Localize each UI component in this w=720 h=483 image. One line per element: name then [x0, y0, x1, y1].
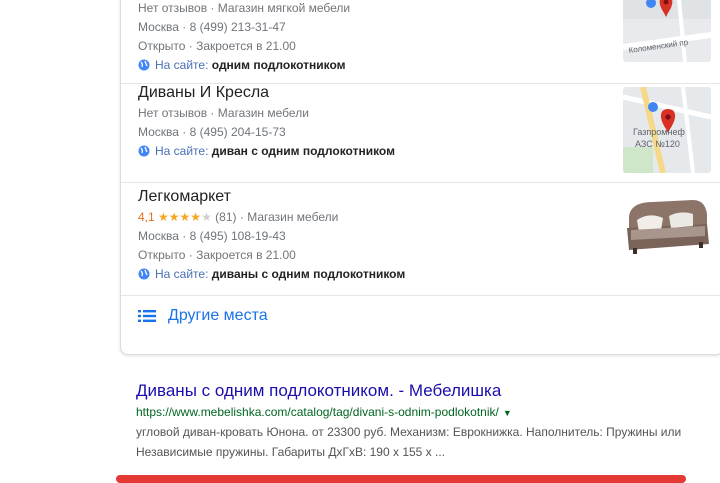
map-image: Газпромнеф АЗС №120 [623, 87, 711, 173]
listing-phone: Москва · 8 (495) 204-15-73 [138, 125, 286, 139]
listing-info: Легкомаркет 4,1 ★★★★★ (81) · Магазин меб… [138, 186, 405, 284]
result-url-text: https://www.mebelishka.com/catalog/tag/d… [136, 405, 499, 419]
listing-reviews-category: Нет отзывов · Магазин мягкой мебели [138, 1, 351, 15]
listing-site-match: На сайте: одним подлокотником [138, 56, 350, 75]
star-empty-icon: ★ [201, 210, 212, 224]
globe-icon [138, 268, 150, 280]
listing-item[interactable]: Диваны И Кресла Нет отзывов · Магазин ме… [121, 83, 720, 183]
globe-icon [138, 145, 150, 157]
result-url[interactable]: https://www.mebelishka.com/catalog/tag/d… [136, 403, 716, 422]
listing-info: Нет отзывов · Магазин мягкой мебели Моск… [138, 0, 350, 75]
caret-down-icon[interactable]: ▼ [503, 408, 512, 418]
listing-hours: Открыто · Закроется в 21.00 [138, 39, 296, 53]
map-label: Газпромнеф [633, 127, 685, 137]
listing-item[interactable]: Легкомаркет 4,1 ★★★★★ (81) · Магазин меб… [121, 182, 720, 296]
map-thumbnail[interactable]: Коломенский пр [623, 0, 711, 62]
listing-info: Диваны И Кресла Нет отзывов · Магазин ме… [138, 82, 395, 161]
more-places-label: Другие места [168, 307, 268, 324]
map-label: АЗС №120 [635, 139, 680, 149]
highlight-bar [116, 475, 686, 483]
listing-hours: Открыто · Закроется в 21.00 [138, 248, 296, 262]
result-snippet: угловой диван-кровать Юнона. от 23300 ру… [136, 425, 682, 459]
sofa-photo[interactable] [623, 186, 711, 272]
listing-phone: Москва · 8 (499) 213-31-47 [138, 20, 286, 34]
listing-site-match: На сайте: диваны с одним подлокотником [138, 265, 405, 284]
review-count[interactable]: (81) [215, 210, 236, 224]
listing-phone: Москва · 8 (495) 108-19-43 [138, 229, 286, 243]
globe-icon [138, 59, 150, 71]
rating-value: 4,1 [138, 210, 155, 224]
listing-rating-row: 4,1 ★★★★★ (81) · Магазин мебели [138, 210, 339, 224]
list-icon [138, 310, 156, 322]
listing-reviews-category: Нет отзывов · Магазин мебели [138, 106, 309, 120]
search-result: Диваны с одним подлокотником. - Мебелишк… [136, 379, 716, 462]
map-thumbnail[interactable]: Газпромнеф АЗС №120 [623, 87, 711, 173]
listing-title[interactable]: Диваны И Кресла [138, 82, 395, 104]
local-results-card: Нет отзывов · Магазин мягкой мебели Моск… [120, 0, 720, 355]
result-title-link[interactable]: Диваны с одним подлокотником. - Мебелишк… [136, 379, 716, 403]
map-image: Коломенский пр [623, 0, 711, 62]
listing-title[interactable]: Легкомаркет [138, 186, 405, 208]
star-icons: ★★★★ [158, 210, 202, 224]
more-places-link[interactable]: Другие места [138, 303, 268, 329]
sofa-image [623, 186, 711, 272]
listing-item[interactable]: Нет отзывов · Магазин мягкой мебели Моск… [121, 0, 720, 84]
listing-site-match: На сайте: диван с одним подлокотником [138, 142, 395, 161]
